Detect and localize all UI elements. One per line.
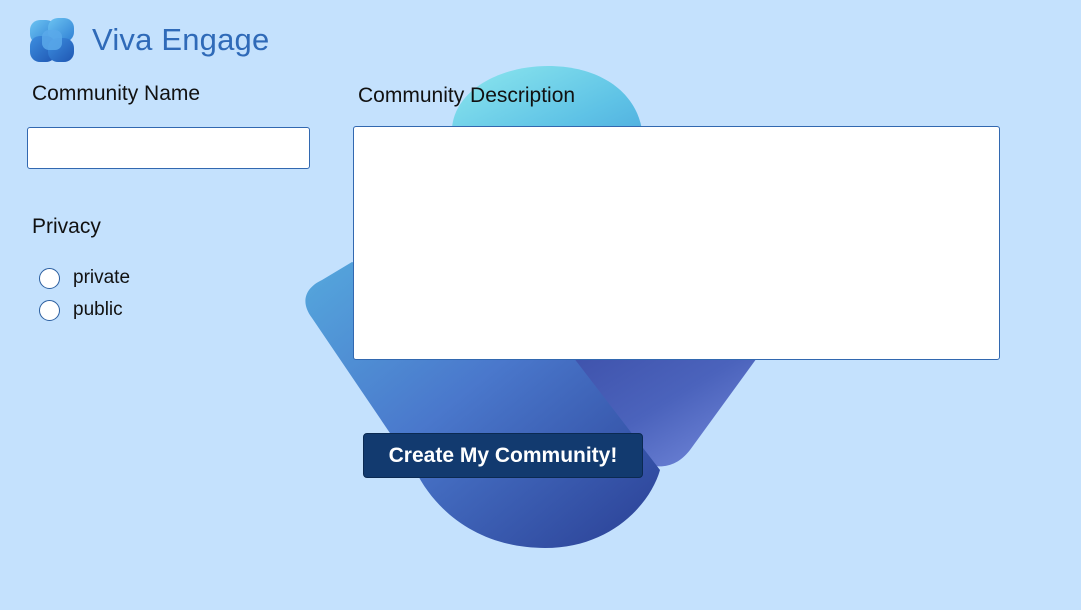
privacy-option-public[interactable]: public [39,297,123,323]
app-title: Viva Engage [92,22,270,57]
privacy-option-private[interactable]: private [39,265,130,291]
community-name-label: Community Name [32,82,201,105]
community-description-input[interactable] [353,126,1000,360]
viva-engage-logo-icon [30,18,74,62]
private-radio-button[interactable] [39,267,60,289]
public-radio-button[interactable] [39,299,60,321]
private-radio-label: private [73,267,131,288]
community-name-input[interactable] [27,127,310,169]
community-description-label: Community Description [358,84,576,107]
create-community-button[interactable]: Create My Community! [363,433,643,478]
privacy-label: Privacy [32,215,101,238]
app-header: Viva Engage [28,16,269,64]
public-radio-label: public [73,299,123,320]
